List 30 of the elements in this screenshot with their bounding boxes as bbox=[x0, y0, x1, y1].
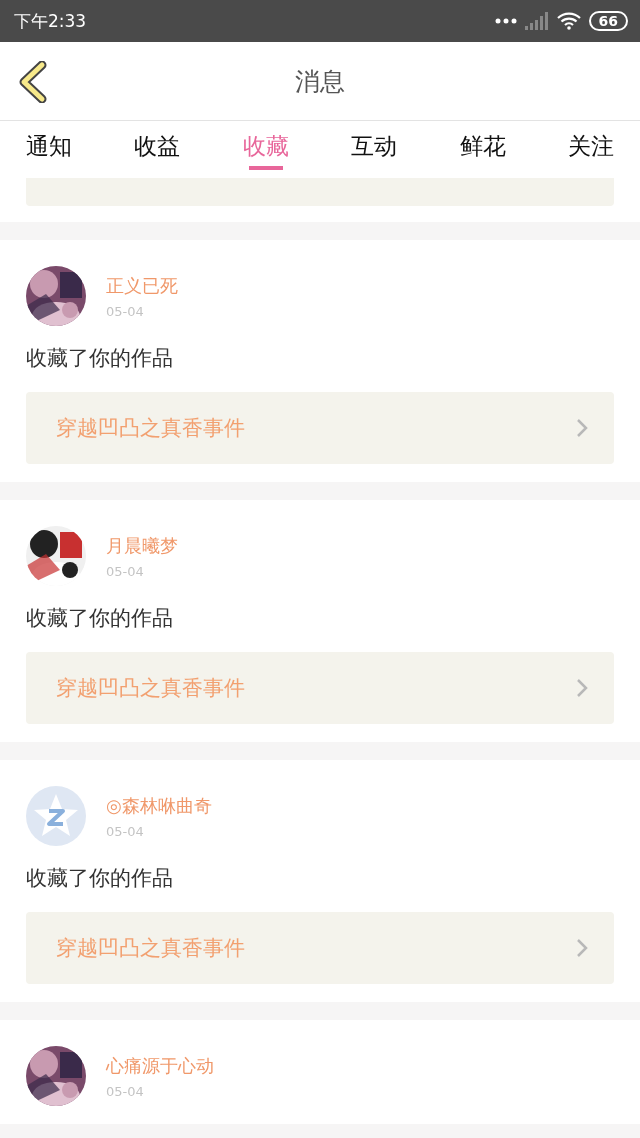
default-avatar-icon bbox=[26, 786, 86, 846]
status-time: 下午2:33 bbox=[14, 9, 87, 33]
page-title: 消息 bbox=[295, 65, 345, 98]
user-name[interactable]: 心痛源于心动 bbox=[106, 1053, 214, 1078]
tab[interactable]: 收藏 bbox=[242, 121, 289, 178]
message-text: 收藏了你的作品 bbox=[26, 605, 174, 632]
work-link[interactable]: 穿越凹凸之真香事件 bbox=[26, 652, 614, 724]
chevron-right-icon bbox=[576, 678, 588, 698]
user-name[interactable]: 正义已死 bbox=[106, 273, 178, 298]
tab[interactable]: 收益 bbox=[134, 121, 181, 178]
user-name[interactable]: 月晨曦梦 bbox=[106, 533, 178, 558]
tab[interactable]: 关注 bbox=[567, 121, 614, 178]
message-text: 收藏了你的作品 bbox=[26, 865, 174, 892]
battery-level: 66 bbox=[588, 11, 628, 31]
more-dots-icon bbox=[494, 18, 517, 24]
wifi-icon bbox=[556, 12, 581, 30]
signal-icon bbox=[524, 12, 549, 30]
work-link[interactable]: 穿越凹凸之真香事件 bbox=[26, 912, 614, 984]
message-date: 05-04 bbox=[106, 823, 145, 839]
message-date: 05-04 bbox=[106, 1083, 145, 1099]
message-date: 05-04 bbox=[106, 563, 145, 579]
chevron-right-icon bbox=[576, 938, 588, 958]
message-date: 05-04 bbox=[106, 303, 145, 319]
tab[interactable]: 通知 bbox=[26, 121, 72, 178]
tab[interactable]: 鲜花 bbox=[459, 121, 506, 178]
chevron-right-icon bbox=[576, 418, 588, 438]
user-name[interactable]: ◎森林咻曲奇 bbox=[106, 793, 212, 818]
work-link[interactable]: 穿越凹凸之真香事件 bbox=[26, 392, 614, 464]
message-text: 收藏了你的作品 bbox=[26, 345, 174, 372]
tab[interactable]: 互动 bbox=[351, 121, 398, 178]
